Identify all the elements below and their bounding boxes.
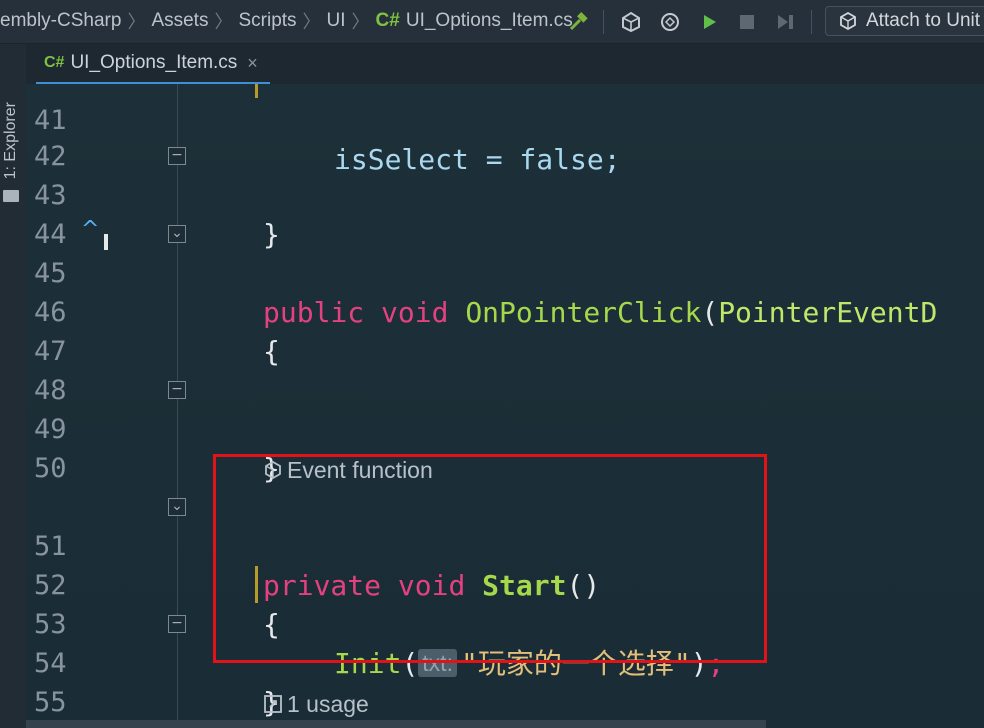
- line-number: 55: [34, 687, 67, 718]
- toolbar-divider: [811, 10, 812, 34]
- code-line: 50: [26, 410, 984, 484]
- implements-marker-icon[interactable]: ^: [81, 217, 99, 242]
- usage-hint[interactable]: 1 usage: [263, 688, 369, 722]
- line-number: 50: [34, 453, 67, 484]
- navigation-bar: embly-CSharp 〉 Assets 〉 Scripts 〉 UI 〉 C…: [0, 0, 984, 44]
- breadcrumb-project[interactable]: embly-CSharp: [0, 10, 121, 32]
- unity-refresh-icon[interactable]: [657, 9, 683, 35]
- fold-collapse-icon[interactable]: −: [168, 615, 186, 633]
- fold-collapse-icon[interactable]: −: [168, 381, 186, 399]
- close-icon[interactable]: ×: [247, 53, 258, 74]
- mouse-cursor: [104, 234, 108, 250]
- editor-tab-row: C# UI_Options_Item.cs ×: [26, 44, 984, 84]
- breadcrumb-separator: 〉: [302, 12, 321, 32]
- breadcrumb-file-label: UI_Options_Item.cs: [405, 10, 573, 31]
- breadcrumb-separator: 〉: [351, 12, 370, 32]
- toolbar-divider: [603, 10, 604, 34]
- csharp-file-icon: C#: [44, 54, 65, 71]
- step-icon[interactable]: [773, 9, 799, 35]
- unity-icon[interactable]: [618, 9, 644, 35]
- external-link-icon: [263, 690, 283, 722]
- breadcrumb: embly-CSharp 〉 Assets 〉 Scripts 〉 UI 〉 C…: [0, 8, 573, 34]
- fold-expand-icon[interactable]: ⌄: [168, 225, 186, 243]
- code-line: 46 {: [26, 254, 984, 368]
- play-icon[interactable]: [696, 9, 722, 35]
- fold-collapse-icon[interactable]: −: [168, 147, 186, 165]
- explorer-tab[interactable]: 1: Explorer: [2, 102, 20, 179]
- code-line: 47: [26, 293, 984, 367]
- breadcrumb-file[interactable]: C# UI_Options_Item.cs: [376, 10, 573, 32]
- folder-icon[interactable]: [3, 190, 19, 202]
- usage-label: 1 usage: [287, 691, 369, 717]
- highlight-annotation-box: [213, 454, 767, 663]
- code-line: 48: [26, 332, 984, 406]
- breadcrumb-separator: 〉: [127, 12, 146, 32]
- code-editor[interactable]: 41 isSelect = false; 42 43 } − 44 45 pub…: [26, 84, 984, 728]
- side-panel-strip: 1: Explorer: [0, 44, 27, 728]
- hammer-icon[interactable]: [566, 9, 592, 35]
- code-line: 42: [26, 98, 984, 172]
- horizontal-scrollbar[interactable]: [26, 720, 766, 728]
- tab-label: UI_Options_Item.cs: [70, 52, 238, 73]
- fold-expand-icon[interactable]: ⌄: [168, 498, 186, 516]
- csharp-file-icon: C#: [375, 10, 400, 31]
- breadcrumb-ui[interactable]: UI: [327, 10, 346, 32]
- breadcrumb-separator: 〉: [214, 12, 233, 32]
- code-line: 44: [26, 176, 984, 250]
- attach-label: Attach to Unit: [866, 10, 981, 31]
- breadcrumb-scripts[interactable]: Scripts: [238, 10, 296, 32]
- change-marker: [255, 84, 258, 98]
- attach-to-unity-button[interactable]: Attach to Unit: [825, 6, 984, 36]
- tab-ui-options-item[interactable]: C# UI_Options_Item.cs ×: [36, 44, 270, 84]
- stop-icon[interactable]: [734, 9, 760, 35]
- breadcrumb-assets[interactable]: Assets: [151, 10, 208, 32]
- unity-icon: [838, 11, 858, 31]
